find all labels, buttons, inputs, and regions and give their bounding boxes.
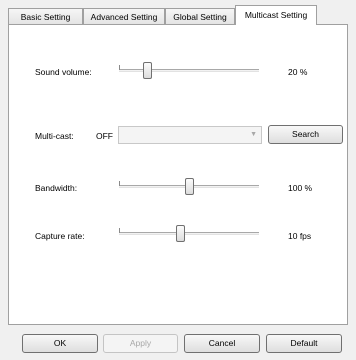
capture-rate-value: 10 fps xyxy=(288,231,312,241)
tab-basic-setting[interactable]: Basic Setting xyxy=(8,8,83,24)
cancel-button[interactable]: Cancel xyxy=(184,334,260,353)
tab-multicast-setting[interactable]: Multicast Setting xyxy=(235,5,317,25)
capture-rate-slider-thumb[interactable] xyxy=(176,225,186,242)
sound-volume-label: Sound volume: xyxy=(35,67,92,77)
multicast-state: OFF xyxy=(96,131,113,141)
chevron-down-icon[interactable]: ▼ xyxy=(250,131,257,138)
tab-advanced-setting[interactable]: Advanced Setting xyxy=(83,8,165,24)
capture-rate-track[interactable] xyxy=(119,232,259,235)
slider-tick xyxy=(119,228,120,233)
ok-button[interactable]: OK xyxy=(22,334,98,353)
apply-button[interactable]: Apply xyxy=(103,334,178,353)
bandwidth-label: Bandwidth: xyxy=(35,183,78,193)
slider-tick xyxy=(119,181,120,186)
sound-volume-value: 20 % xyxy=(288,67,308,77)
slider-tick xyxy=(119,65,120,70)
tab-global-setting[interactable]: Global Setting xyxy=(165,8,235,24)
bandwidth-value: 100 % xyxy=(288,183,313,193)
search-button[interactable]: Search xyxy=(268,125,343,144)
sound-volume-slider-thumb[interactable] xyxy=(142,62,152,79)
default-button[interactable]: Default xyxy=(266,334,342,353)
multicast-label: Multi-cast: xyxy=(35,131,74,141)
capture-rate-label: Capture rate: xyxy=(35,231,85,241)
sound-volume-track[interactable] xyxy=(119,69,259,72)
multicast-combo[interactable]: ▼ xyxy=(118,126,262,144)
bandwidth-slider-thumb[interactable] xyxy=(184,178,194,195)
